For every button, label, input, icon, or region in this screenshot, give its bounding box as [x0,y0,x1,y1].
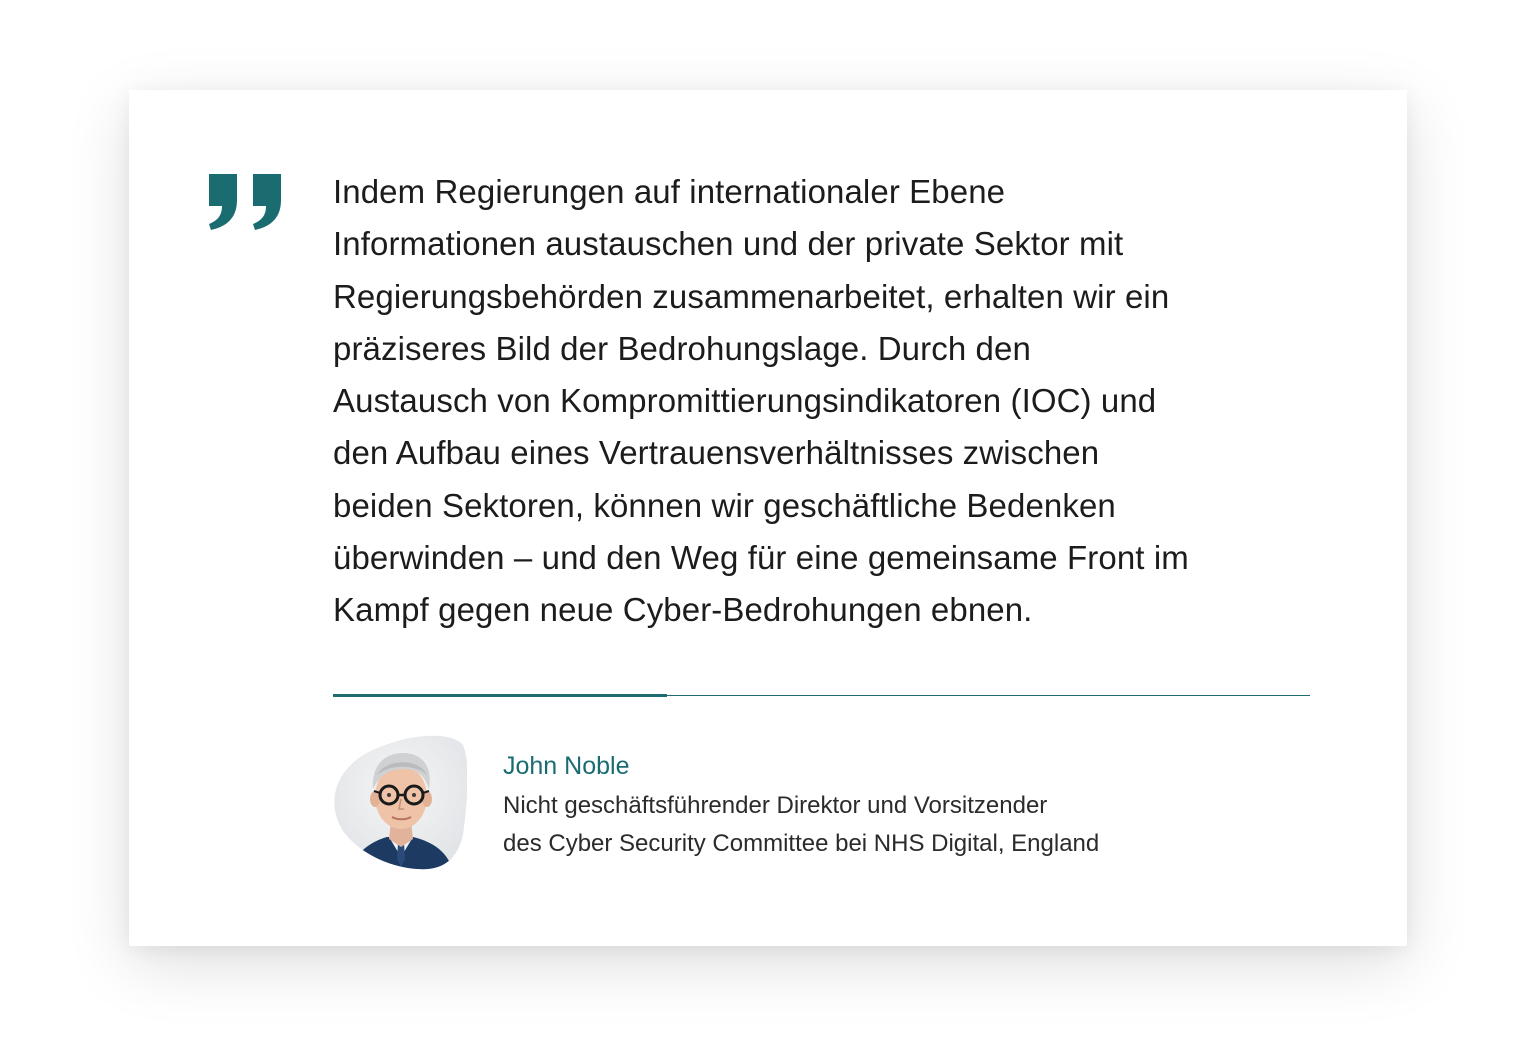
quote-line: Regierungsbehörden zusammenarbeitet, erh… [333,277,1170,315]
page-background: Indem Regierungen auf internationaler Eb… [0,0,1536,1053]
divider-accent [333,694,667,697]
quote-line: den Aufbau eines Vertrauensverhältnisses… [333,434,1100,472]
author-name: John Noble [503,752,630,780]
author-role-line: des Cyber Security Committee bei NHS Dig… [503,830,1100,857]
quote-text: Indem Regierungen auf internationaler Eb… [333,166,1333,637]
quote-line: Informationen austauschen und der privat… [333,225,1124,263]
author-role-line: Nicht geschäftsführender Direktor und Vo… [503,792,1048,819]
author-role: Nicht geschäftsführender Direktor und Vo… [503,787,1099,863]
quote-line: präziseres Bild der Bedrohungslage. Durc… [333,329,1031,367]
quote-line: beiden Sektoren, können wir geschäftlich… [333,486,1116,524]
quotation-mark-icon [209,174,281,230]
quote-line: Austausch von Kompromittierungsindikator… [333,382,1157,420]
quote-line: Kampf gegen neue Cyber-Bedrohungen ebnen… [333,591,1033,629]
testimonial-card: Indem Regierungen auf internationaler Eb… [129,90,1407,946]
quote-line: überwinden – und den Weg für eine gemein… [333,539,1189,577]
quote-line: Indem Regierungen auf internationaler Eb… [333,173,1006,210]
author-avatar [334,735,467,870]
